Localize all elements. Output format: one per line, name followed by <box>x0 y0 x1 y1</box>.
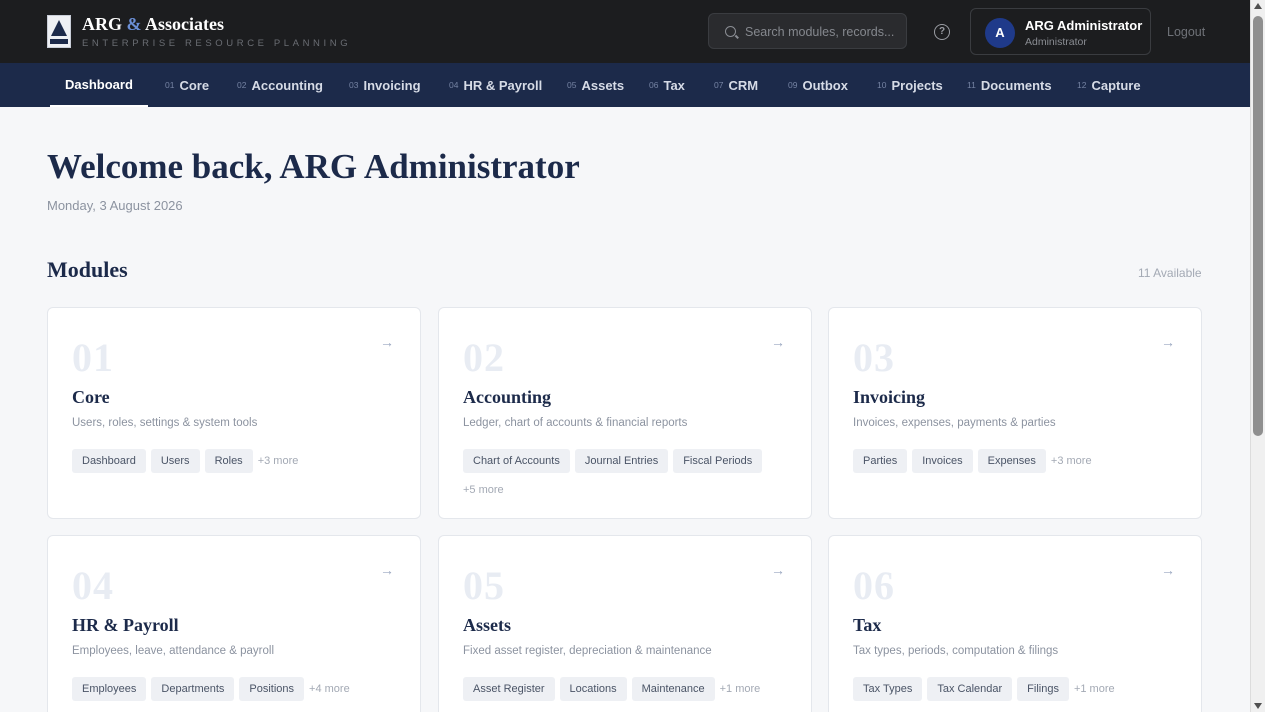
module-title: Tax <box>853 615 882 635</box>
user-menu[interactable]: A ARG Administrator Administrator <box>970 8 1151 55</box>
module-title: HR & Payroll <box>72 615 179 635</box>
module-tags: Parties Invoices Expenses +3 more <box>853 449 1183 473</box>
module-title: Assets <box>463 615 511 635</box>
search-icon <box>725 26 736 37</box>
module-tag[interactable]: Locations <box>559 677 627 701</box>
module-tag[interactable]: Fiscal Periods <box>673 449 763 473</box>
module-card-accounting[interactable]: 02 → Accounting Ledger, chart of account… <box>438 307 812 519</box>
logo-icon[interactable] <box>47 15 71 48</box>
more-link[interactable]: +4 more <box>309 677 350 701</box>
tab-dashboard[interactable]: Dashboard <box>50 63 148 107</box>
scroll-up-icon[interactable] <box>1254 3 1262 9</box>
scroll-thumb[interactable] <box>1253 16 1263 436</box>
module-tags: Tax Types Tax Calendar Filings +1 more <box>853 677 1183 701</box>
arrow-right-icon: → <box>1161 334 1175 350</box>
brand-subtitle: ENTERPRISE RESOURCE PLANNING <box>82 38 352 49</box>
more-link[interactable]: +3 more <box>258 449 299 473</box>
scroll-down-icon[interactable] <box>1254 703 1262 709</box>
module-number: 01 <box>72 335 114 380</box>
more-link[interactable]: +1 more <box>1074 677 1115 701</box>
help-circle-icon[interactable]: ? <box>934 24 950 40</box>
tab-capture[interactable]: 12 Capture <box>1077 63 1141 107</box>
module-number: 06 <box>853 563 895 608</box>
module-number: 03 <box>853 335 895 380</box>
module-title: Invoicing <box>853 387 926 407</box>
module-card-tax[interactable]: 06 → Tax Tax types, periods, computation… <box>828 535 1202 712</box>
module-card-core[interactable]: 01 → Core Users, roles, settings & syste… <box>47 307 421 519</box>
module-description: Users, roles, settings & system tools <box>72 417 258 429</box>
arrow-right-icon: → <box>771 562 785 578</box>
module-tag[interactable]: Invoices <box>912 449 973 473</box>
brand-name: ARG & Associates <box>82 14 225 34</box>
module-title: Core <box>72 387 110 407</box>
tab-crm[interactable]: 07 CRM <box>714 63 758 107</box>
module-tags: Asset Register Locations Maintenance +1 … <box>463 677 793 701</box>
module-number: 04 <box>72 563 114 608</box>
avatar: A <box>985 18 1015 48</box>
module-card-invoicing[interactable]: 03 → Invoicing Invoices, expenses, payme… <box>828 307 1202 519</box>
module-tag[interactable]: Asset Register <box>463 677 555 701</box>
module-tag[interactable]: Tax Calendar <box>927 677 1013 701</box>
tab-accounting[interactable]: 02 Accounting <box>237 63 323 107</box>
logout-button[interactable]: Logout <box>1167 25 1205 39</box>
module-tag[interactable]: Roles <box>204 449 253 473</box>
module-tag[interactable]: Chart of Accounts <box>463 449 570 473</box>
tab-tax[interactable]: 06 Tax <box>649 63 685 107</box>
module-tag[interactable]: Filings <box>1017 677 1069 701</box>
module-tags: Chart of Accounts Journal Entries Fiscal… <box>463 449 793 502</box>
user-name: ARG Administrator <box>1025 18 1143 33</box>
arrow-right-icon: → <box>380 562 394 578</box>
user-role: Administrator <box>1025 36 1087 48</box>
module-number: 02 <box>463 335 505 380</box>
page-title: Welcome back, ARG Administrator <box>47 147 580 186</box>
module-tag[interactable]: Tax Types <box>853 677 923 701</box>
search-input[interactable]: Search modules, records... <box>708 13 907 49</box>
module-tag[interactable]: Positions <box>239 677 305 701</box>
more-link[interactable]: +3 more <box>1051 449 1092 473</box>
search-placeholder: Search modules, records... <box>745 25 895 39</box>
module-description: Ledger, chart of accounts & financial re… <box>463 417 688 429</box>
tab-documents[interactable]: 11 Documents <box>967 63 1052 107</box>
module-tags: Employees Departments Positions +4 more <box>72 677 402 701</box>
module-tag[interactable]: Journal Entries <box>574 449 669 473</box>
module-tag[interactable]: Employees <box>72 677 147 701</box>
module-tag[interactable]: Parties <box>853 449 908 473</box>
module-description: Employees, leave, attendance & payroll <box>72 645 275 657</box>
module-description: Tax types, periods, computation & filing… <box>853 645 1059 657</box>
module-tag[interactable]: Departments <box>151 677 235 701</box>
module-tag[interactable]: Dashboard <box>72 449 146 473</box>
module-description: Fixed asset register, depreciation & mai… <box>463 645 712 657</box>
tab-invoicing[interactable]: 03 Invoicing <box>349 63 421 107</box>
more-link[interactable]: +5 more <box>463 478 504 502</box>
module-nav: Dashboard 01 Core 02 Accounting 03 Invoicin… <box>0 63 1250 107</box>
tab-projects[interactable]: 10 Projects <box>877 63 943 107</box>
module-title: Accounting <box>463 387 552 407</box>
module-tag[interactable]: Expenses <box>977 449 1046 473</box>
tab-assets[interactable]: 05 Assets <box>567 63 624 107</box>
arrow-right-icon: → <box>380 334 394 350</box>
tab-hr-payroll[interactable]: 04 HR & Payroll <box>449 63 542 107</box>
module-description: Invoices, expenses, payments & parties <box>853 417 1056 429</box>
modules-heading: Modules <box>47 257 128 282</box>
page-scrollbar[interactable] <box>1250 0 1265 712</box>
module-tag[interactable]: Users <box>150 449 200 473</box>
module-card-assets[interactable]: 05 → Assets Fixed asset register, deprec… <box>438 535 812 712</box>
current-date: Monday, 3 August 2026 <box>47 198 183 213</box>
arrow-right-icon: → <box>771 334 785 350</box>
arrow-right-icon: → <box>1161 562 1175 578</box>
tab-core[interactable]: 01 Core <box>165 63 209 107</box>
module-tags: Dashboard Users Roles +3 more <box>72 449 402 473</box>
module-number: 05 <box>463 563 505 608</box>
module-card-hr-payroll[interactable]: 04 → HR & Payroll Employees, leave, atte… <box>47 535 421 712</box>
more-link[interactable]: +1 more <box>720 677 761 701</box>
top-bar: ARG & Associates ENTERPRISE RESOURCE PLA… <box>0 0 1250 63</box>
tab-outbox[interactable]: 09 Outbox <box>788 63 848 107</box>
module-tag[interactable]: Maintenance <box>631 677 715 701</box>
modules-count: 11 Available <box>1138 266 1202 280</box>
